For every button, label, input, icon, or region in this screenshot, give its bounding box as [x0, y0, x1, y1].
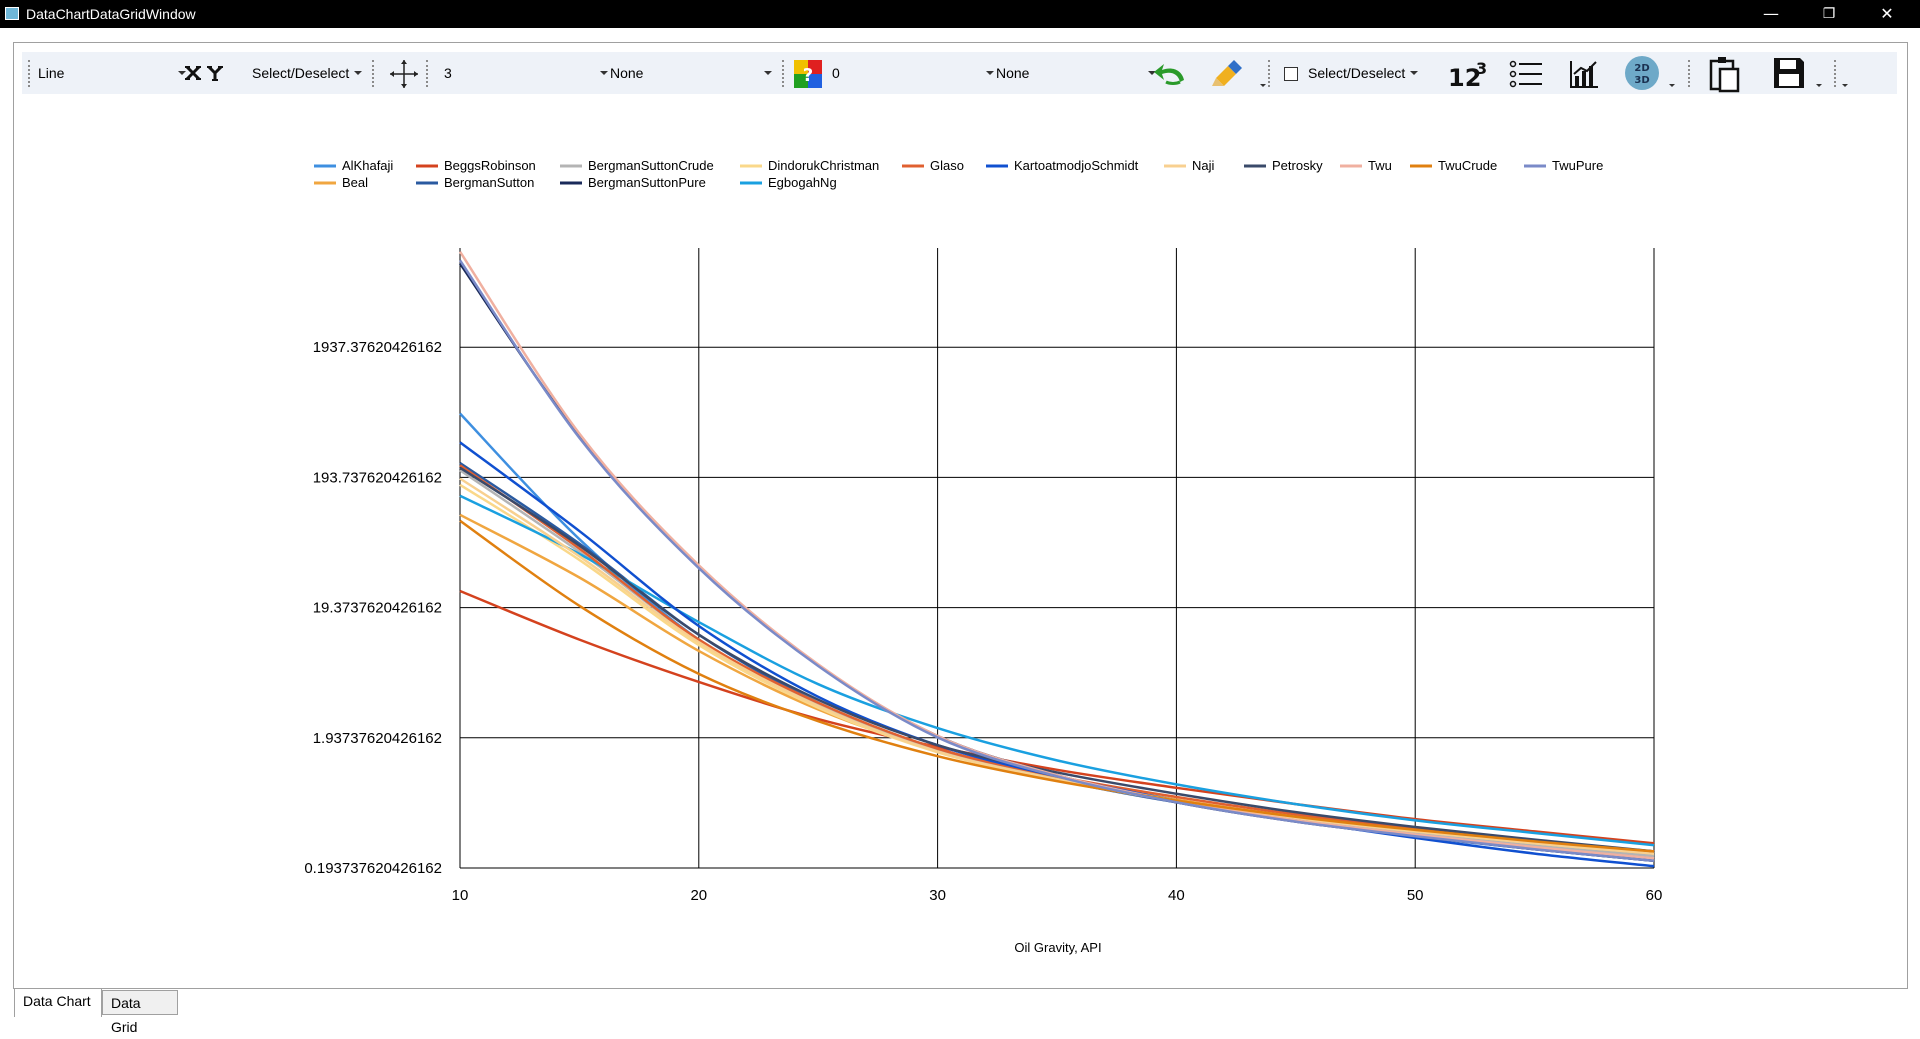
series-line-twucrude[interactable] — [459, 519, 1655, 853]
paint-brush-icon[interactable] — [1210, 56, 1244, 90]
legend-entry[interactable]: KartoatmodjoSchmidt — [1014, 158, 1139, 173]
save-disk-icon[interactable] — [1772, 56, 1806, 90]
legend-entry[interactable]: Beal — [342, 175, 368, 190]
chart-legend: AlKhafaji BeggsRobinson BergmanSuttonCrude… — [314, 158, 1603, 190]
toolbar-grip[interactable] — [1268, 60, 1272, 87]
series-line-dindorukchristman[interactable] — [459, 483, 1655, 855]
2d-3d-toggle-icon[interactable]: 2D 3D — [1624, 55, 1660, 91]
legend-entry[interactable]: DindorukChristman — [768, 158, 879, 173]
y-tick-label: 1937.37620426162 — [313, 339, 442, 356]
label-position-value: None — [996, 65, 1030, 81]
legend-entry[interactable]: BergmanSutton — [444, 175, 534, 190]
title-bar: DataChartDataGridWindow — ❐ ✕ — [0, 0, 1920, 28]
label-position-combo[interactable]: None — [990, 61, 1160, 85]
svg-text:?: ? — [803, 65, 813, 86]
svg-text:3D: 3D — [1634, 75, 1649, 86]
y-axis-icon[interactable] — [206, 64, 224, 82]
series-line-naji[interactable] — [459, 477, 1655, 855]
legend-entry[interactable]: TwuCrude — [1438, 158, 1497, 173]
series-line-beal[interactable] — [459, 513, 1655, 853]
x-tick-label: 30 — [929, 887, 946, 904]
x-tick-label: 10 — [452, 887, 469, 904]
checkbox-select-label: Select/Deselect — [1308, 65, 1406, 81]
toolbar-grip[interactable] — [372, 60, 376, 87]
x-tick-label: 40 — [1168, 887, 1185, 904]
checkbox-select-combo[interactable]: Select/Deselect — [1302, 61, 1422, 85]
reset-arrow-icon[interactable] — [1152, 58, 1188, 90]
window-title: DataChartDataGridWindow — [26, 6, 196, 22]
line-width-value: 3 — [444, 65, 452, 81]
legend-entry[interactable]: Petrosky — [1272, 158, 1323, 173]
series-line-bergmansuttoncrude[interactable] — [459, 469, 1655, 858]
label-value: 0 — [832, 65, 840, 81]
chart-toolbar: Line Select/Deselect 3 None ? 0 None Sel… — [22, 52, 1897, 94]
x-tick-label: 50 — [1407, 887, 1424, 904]
series-line-petrosky[interactable] — [459, 466, 1655, 853]
chart-type-value: Line — [38, 65, 65, 81]
x-tick-label: 20 — [690, 887, 707, 904]
series-line-bergmansutton[interactable] — [459, 461, 1655, 858]
label-combo[interactable]: 0 — [826, 61, 998, 85]
chart-series-lines — [458, 250, 1655, 868]
move-crosshair-icon[interactable] — [388, 58, 420, 90]
toolbar-overflow-icon[interactable] — [1842, 84, 1848, 87]
chevron-down-icon — [1410, 71, 1418, 75]
marker-combo[interactable]: None — [604, 61, 776, 85]
marker-value: None — [610, 65, 644, 81]
line-width-combo[interactable]: 3 — [438, 61, 612, 85]
series-line-glaso[interactable] — [459, 464, 1655, 853]
legend-entry[interactable]: Twu — [1368, 158, 1392, 173]
svg-text:2D: 2D — [1634, 63, 1649, 74]
x-axis-label: Oil Gravity, API — [1014, 940, 1101, 955]
chevron-down-icon[interactable] — [1669, 84, 1675, 87]
svg-text:3: 3 — [1476, 59, 1487, 78]
legend-entry[interactable]: EgbogahNg — [768, 175, 837, 190]
select-deselect-label: Select/Deselect — [252, 65, 350, 81]
select-deselect-combo[interactable]: Select/Deselect — [246, 61, 366, 85]
copy-clipboard-icon[interactable] — [1708, 55, 1742, 93]
series-line-twu[interactable] — [458, 250, 1655, 860]
legend-entry[interactable]: BeggsRobinson — [444, 158, 536, 173]
y-tick-label: 1.93737620426162 — [313, 730, 442, 747]
legend-entry[interactable]: BergmanSuttonCrude — [588, 158, 714, 173]
toolbar-grip[interactable] — [426, 60, 430, 87]
chart-line-icon[interactable] — [1568, 58, 1600, 90]
legend-entry[interactable]: Glaso — [930, 158, 964, 173]
legend-entry[interactable]: AlKhafaji — [342, 158, 393, 173]
line-chart: AlKhafaji BeggsRobinson BergmanSuttonCrude… — [304, 158, 1662, 955]
toolbar-grip[interactable] — [1834, 60, 1838, 87]
series-line-alkhafaji[interactable] — [459, 412, 1655, 863]
legend-entry[interactable]: Naji — [1192, 158, 1215, 173]
chart-type-combo[interactable]: Line — [32, 61, 190, 85]
tab-data-grid[interactable]: Data Grid — [102, 990, 178, 1035]
chevron-down-icon[interactable] — [1816, 84, 1822, 87]
y-tick-label: 0.193737620426162 — [304, 860, 442, 877]
restore-button[interactable]: ❐ — [1806, 0, 1852, 28]
chevron-down-icon — [764, 71, 772, 75]
x-axis-icon[interactable] — [184, 64, 202, 82]
number-format-icon[interactable]: 12 3 — [1446, 58, 1490, 90]
chevron-down-icon[interactable] — [1260, 84, 1266, 87]
legend-entry[interactable]: TwuPure — [1552, 158, 1603, 173]
minimize-button[interactable]: — — [1748, 0, 1794, 28]
data-chart: AlKhafaji BeggsRobinson BergmanSuttonCrude… — [14, 96, 1904, 984]
x-tick-label: 60 — [1646, 887, 1663, 904]
legend-entry[interactable]: BergmanSuttonPure — [588, 175, 706, 190]
toolbar-grip[interactable] — [782, 60, 786, 87]
tab-data-chart[interactable]: Data Chart — [14, 988, 102, 1017]
close-button[interactable]: ✕ — [1864, 0, 1910, 28]
chart-tick-labels: 10 20 30 40 50 60 0.193737620426162 1.937376204… — [304, 339, 1662, 904]
random-color-icon[interactable]: ? — [792, 58, 824, 90]
toolbar-grip[interactable] — [1688, 60, 1692, 87]
series-line-beggsrobinson[interactable] — [459, 589, 1655, 845]
y-tick-label: 19.3737620426162 — [313, 600, 442, 617]
select-deselect-checkbox[interactable] — [1284, 67, 1298, 81]
legend-list-icon[interactable] — [1508, 58, 1544, 90]
chevron-down-icon — [354, 71, 362, 75]
series-line-egbogahng[interactable] — [459, 494, 1655, 847]
app-icon — [5, 7, 19, 20]
y-tick-label: 193.737620426162 — [313, 469, 442, 486]
